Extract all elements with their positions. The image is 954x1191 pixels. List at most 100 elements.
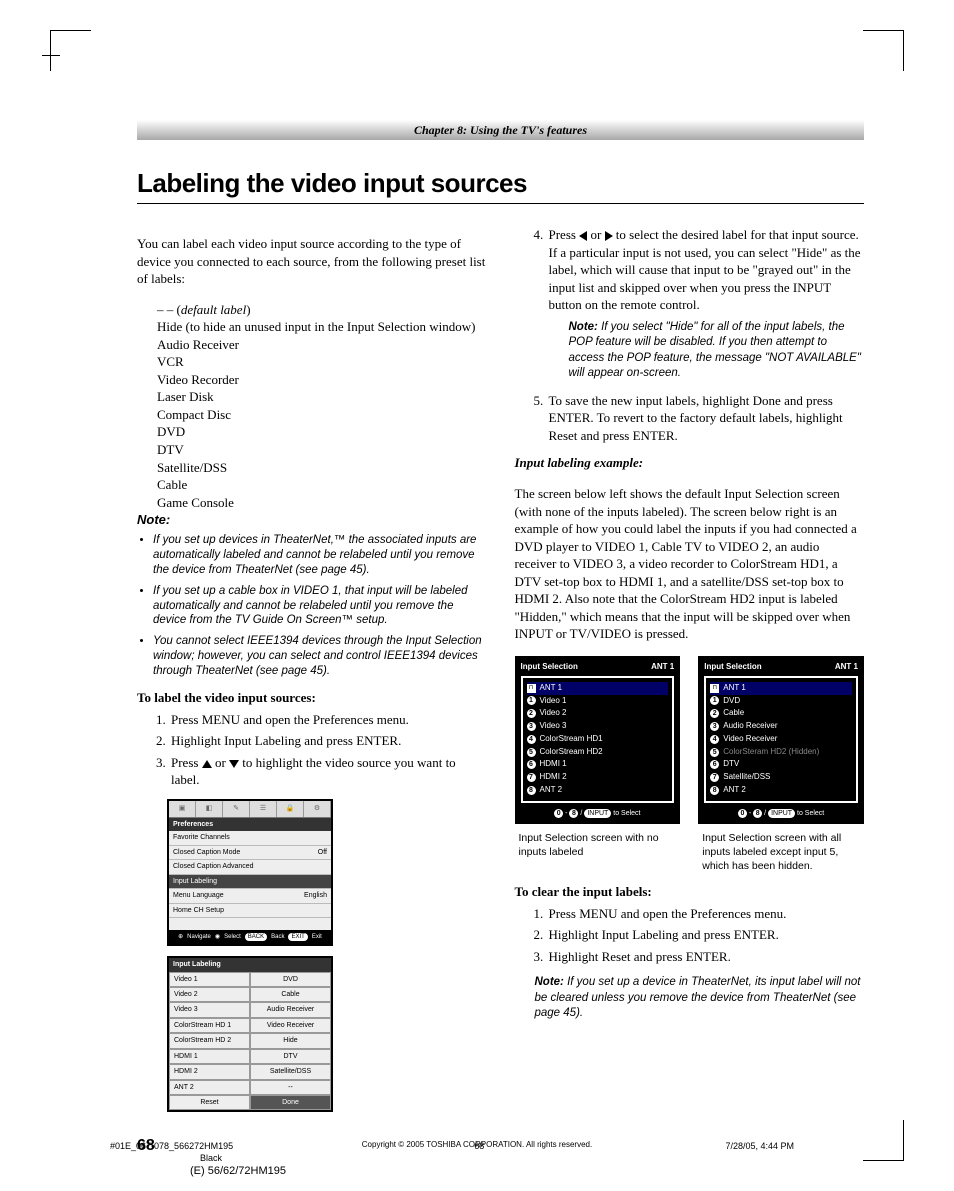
list-item: VCR bbox=[137, 353, 487, 371]
right-arrow-icon bbox=[605, 231, 613, 241]
model-id: (E) 56/62/72HM195 bbox=[0, 1165, 954, 1177]
list-item: 4ColorStream HD1 bbox=[527, 733, 669, 746]
list-item: 8ANT 2 bbox=[527, 784, 669, 797]
select-icon: ◉ bbox=[215, 933, 220, 941]
back-pill: BACK bbox=[245, 933, 267, 941]
step-item: To save the new input labels, highlight … bbox=[547, 392, 865, 445]
list-item: 4Video Receiver bbox=[710, 733, 852, 746]
table-row: Video 1DVD bbox=[169, 972, 331, 987]
label-steps: Press MENU and open the Preferences menu… bbox=[137, 711, 487, 789]
list-item: DTV bbox=[137, 441, 487, 459]
table-row: Video 3Audio Receiver bbox=[169, 1002, 331, 1017]
left-column: You can label each video input source ac… bbox=[137, 222, 487, 1112]
list-item: 1DVD bbox=[710, 695, 852, 708]
note-item: If you set up a cable box in VIDEO 1, th… bbox=[153, 584, 487, 629]
up-arrow-icon bbox=[202, 760, 212, 768]
crop-mark-tl bbox=[50, 30, 91, 71]
print-footer: #01E_067-078_566272HM195 68 7/28/05, 4:4… bbox=[0, 1141, 954, 1177]
section-title: Labeling the video input sources bbox=[137, 168, 864, 199]
antenna-icon: ⊓ bbox=[710, 684, 719, 693]
list-item: Satellite/DSS bbox=[137, 459, 487, 477]
list-item: 3Video 3 bbox=[527, 720, 669, 733]
step-item: Highlight Input Labeling and press ENTER… bbox=[169, 732, 487, 750]
table-row: Video 2Cable bbox=[169, 987, 331, 1002]
color-plate: Black bbox=[0, 1153, 954, 1163]
list-item: 7Satellite/DSS bbox=[710, 771, 852, 784]
caption: Input Selection screen with all inputs l… bbox=[698, 832, 864, 873]
reset-button: Reset bbox=[169, 1095, 250, 1110]
osd-title: Preferences bbox=[169, 818, 331, 831]
list-item: 6HDMI 1 bbox=[527, 758, 669, 771]
step-item: Press or to select the desired label for… bbox=[547, 226, 865, 382]
list-item: 2Video 2 bbox=[527, 707, 669, 720]
inline-note: Note: If you select "Hide" for all of th… bbox=[549, 320, 865, 382]
list-item: Hide (to hide an unused input in the Inp… bbox=[137, 318, 487, 336]
list-item: 7HDMI 2 bbox=[527, 771, 669, 784]
list-item: Video Recorder bbox=[137, 371, 487, 389]
note-heading: Note: bbox=[137, 511, 487, 529]
osd-footer: 0 - 8 / INPUT to Select bbox=[521, 809, 675, 818]
down-arrow-icon bbox=[229, 760, 239, 768]
osd-row: Menu LanguageEnglish bbox=[169, 889, 331, 903]
osd-row: Home CH Setup bbox=[169, 904, 331, 918]
label-steps-continued: Press or to select the desired label for… bbox=[515, 226, 865, 444]
osd-row-highlighted: Input Labeling bbox=[169, 875, 331, 889]
tab-icon: ▣ bbox=[169, 801, 196, 817]
left-arrow-icon bbox=[579, 231, 587, 241]
preferences-osd: ▣ ◧ ✎ ☰ 🔒 ⚙ Preferences Favorite Channel… bbox=[167, 799, 333, 946]
list-item: ⊓ANT 1 bbox=[710, 682, 852, 695]
list-item: 6DTV bbox=[710, 758, 852, 771]
intro-paragraph: You can label each video input source ac… bbox=[137, 235, 487, 288]
tab-icon: ⚙ bbox=[304, 801, 331, 817]
list-item: 8ANT 2 bbox=[710, 784, 852, 797]
osd-row: Closed Caption ModeOff bbox=[169, 846, 331, 860]
step-item: Press MENU and open the Preferences menu… bbox=[547, 905, 865, 923]
table-row: ColorStream HD 2Hide bbox=[169, 1033, 331, 1048]
caption: Input Selection screen with no inputs la… bbox=[515, 832, 681, 859]
table-row: ColorStream HD 1Video Receiver bbox=[169, 1018, 331, 1033]
table-row: HDMI 1DTV bbox=[169, 1049, 331, 1064]
list-item: Audio Receiver bbox=[137, 336, 487, 354]
input-selection-right: Input SelectionANT 1 ⊓ANT 1 1DVD 2Cable … bbox=[698, 656, 864, 873]
osd-title: Input Labeling bbox=[169, 958, 331, 971]
antenna-icon: ⊓ bbox=[527, 684, 536, 693]
example-heading: Input labeling example: bbox=[515, 454, 865, 472]
list-item: – – (default label) bbox=[137, 301, 487, 319]
list-item: 5ColorSteram HD2 (Hidden) bbox=[710, 746, 852, 759]
list-item: DVD bbox=[137, 423, 487, 441]
step-item: Press MENU and open the Preferences menu… bbox=[169, 711, 487, 729]
manual-page: Chapter 8: Using the TV's features Label… bbox=[0, 0, 954, 1191]
list-item: Compact Disc bbox=[137, 406, 487, 424]
example-paragraph: The screen below left shows the default … bbox=[515, 485, 865, 643]
input-labeling-osd: Input Labeling Video 1DVD Video 2Cable V… bbox=[167, 956, 333, 1112]
step-item: Highlight Input Labeling and press ENTER… bbox=[547, 926, 865, 944]
chapter-header: Chapter 8: Using the TV's features bbox=[137, 120, 864, 140]
osd-row: Closed Caption Advanced bbox=[169, 860, 331, 874]
crop-mark-tr bbox=[863, 30, 904, 71]
tab-icon: ✎ bbox=[223, 801, 250, 817]
osd-row: Favorite Channels bbox=[169, 831, 331, 845]
clear-steps: Press MENU and open the Preferences menu… bbox=[515, 905, 865, 966]
step-item: Press or to highlight the video source y… bbox=[169, 754, 487, 789]
page-ref: 68 bbox=[474, 1141, 484, 1151]
to-clear-heading: To clear the input labels: bbox=[515, 883, 865, 901]
label-list: – – (default label) Hide (to hide an unu… bbox=[137, 301, 487, 512]
right-column: Press or to select the desired label for… bbox=[515, 222, 865, 1112]
osd-footer: 0 - 8 / INPUT to Select bbox=[704, 809, 858, 818]
to-label-heading: To label the video input sources: bbox=[137, 689, 487, 707]
osd-footer: ⊕Navigate ◉Select BACKBack EXITExit bbox=[169, 930, 331, 944]
file-name: #01E_067-078_566272HM195 bbox=[110, 1141, 233, 1151]
nav-icon: ⊕ bbox=[178, 933, 183, 941]
table-row: HDMI 2Satellite/DSS bbox=[169, 1064, 331, 1079]
note-bullets: If you set up devices in TheaterNet,™ th… bbox=[137, 533, 487, 679]
list-item: Game Console bbox=[137, 494, 487, 512]
list-item: 1Video 1 bbox=[527, 695, 669, 708]
input-selection-pair: Input SelectionANT 1 ⊓ANT 1 1Video 1 2Vi… bbox=[515, 656, 865, 873]
note-item: You cannot select IEEE1394 devices throu… bbox=[153, 634, 487, 679]
done-button: Done bbox=[250, 1095, 331, 1110]
button-row: ResetDone bbox=[169, 1095, 331, 1110]
list-item: 2Cable bbox=[710, 707, 852, 720]
exit-pill: EXIT bbox=[288, 933, 307, 941]
osd-screenshots: ▣ ◧ ✎ ☰ 🔒 ⚙ Preferences Favorite Channel… bbox=[167, 799, 487, 1113]
table-row: ANT 2-- bbox=[169, 1080, 331, 1095]
